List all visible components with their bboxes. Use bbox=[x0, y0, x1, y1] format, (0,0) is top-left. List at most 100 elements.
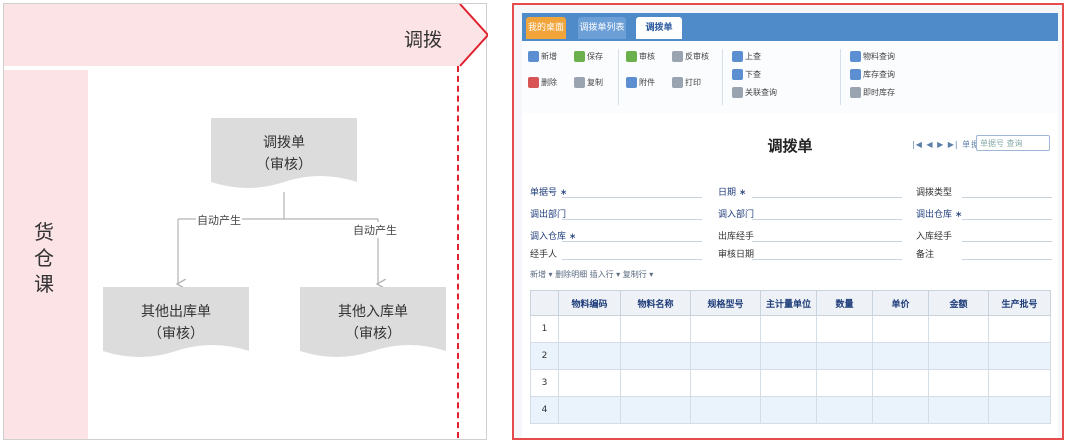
copy-button[interactable]: 复制 bbox=[574, 77, 603, 88]
in-dept-input[interactable] bbox=[752, 219, 902, 220]
unaudit-button[interactable]: 反审核 bbox=[672, 51, 709, 62]
tab-transfer-list[interactable]: 调拨单列表 bbox=[578, 17, 626, 39]
transfer-form-screenshot: 我的桌面 调拨单列表 调拨单 新增 保存 删除 复制 审核 反审核 附件 打印 … bbox=[512, 3, 1064, 440]
doc-search-input[interactable]: 单据号 查询 bbox=[976, 135, 1050, 151]
flow-diagram: 调拨 货 仓 课 自动产生 自动产生 调拨单 （审核） 其他出库单 （审核） 其… bbox=[3, 3, 488, 441]
grid-cell[interactable] bbox=[558, 315, 621, 343]
table-row[interactable]: 1 bbox=[530, 315, 1051, 343]
material-query-button[interactable]: 物料查询 bbox=[850, 51, 895, 62]
grid-cell[interactable] bbox=[872, 369, 929, 397]
grid-cell[interactable] bbox=[816, 396, 873, 424]
stock-query-button[interactable]: 库存查询 bbox=[850, 69, 895, 80]
grid-cell[interactable] bbox=[872, 315, 929, 343]
realtime-stock-label: 即时库存 bbox=[863, 88, 895, 97]
node-status: （审核） bbox=[345, 326, 401, 342]
flow-connectors bbox=[4, 192, 488, 441]
grid-cell[interactable] bbox=[620, 396, 691, 424]
grid-cell[interactable] bbox=[690, 396, 761, 424]
grid-cell[interactable] bbox=[558, 396, 621, 424]
grid-header-material-name[interactable]: 物料名称 bbox=[620, 290, 691, 316]
doc-no-input[interactable] bbox=[562, 197, 702, 198]
grid-header-spec[interactable]: 规格型号 bbox=[690, 290, 761, 316]
grid-cell[interactable] bbox=[690, 369, 761, 397]
transfer-type-input[interactable] bbox=[962, 197, 1052, 198]
table-row[interactable]: 3 bbox=[530, 369, 1051, 397]
out-warehouse-input[interactable] bbox=[962, 219, 1052, 220]
grid-header-batch[interactable]: 生产批号 bbox=[988, 290, 1051, 316]
grid-header-material-code[interactable]: 物料编码 bbox=[558, 290, 621, 316]
field-label-in-dept: 调入部门 bbox=[718, 210, 755, 220]
audit-button[interactable]: 审核 bbox=[626, 51, 655, 62]
grid-cell[interactable] bbox=[558, 342, 621, 370]
print-icon bbox=[672, 77, 683, 88]
toolbar-separator bbox=[840, 49, 841, 105]
field-label-out-warehouse: 调出仓库 ∗ bbox=[916, 210, 963, 220]
related-query-button[interactable]: 关联查询 bbox=[732, 87, 777, 98]
save-button[interactable]: 保存 bbox=[574, 51, 603, 62]
material-query-label: 物料查询 bbox=[863, 52, 895, 61]
grid-cell[interactable] bbox=[928, 315, 989, 343]
remark-input[interactable] bbox=[962, 259, 1052, 260]
field-label-transfer-type: 调拨类型 bbox=[916, 188, 953, 198]
save-icon bbox=[574, 51, 585, 62]
grid-cell[interactable] bbox=[928, 342, 989, 370]
grid-cell[interactable] bbox=[816, 315, 873, 343]
grid-cell[interactable] bbox=[760, 342, 817, 370]
attachment-button[interactable]: 附件 bbox=[626, 77, 655, 88]
trace-up-label: 上查 bbox=[745, 52, 761, 61]
unaudit-label: 反审核 bbox=[685, 52, 709, 61]
toolbar-separator bbox=[722, 49, 723, 105]
grid-cell[interactable] bbox=[816, 342, 873, 370]
grid-header-rowno bbox=[530, 290, 559, 316]
grid-cell[interactable] bbox=[988, 369, 1051, 397]
grid-cell[interactable] bbox=[690, 342, 761, 370]
grid-cell[interactable] bbox=[816, 369, 873, 397]
detail-grid: 物料编码 物料名称 规格型号 主计量单位 数量 单价 金额 生产批号 1 2 3… bbox=[530, 290, 1051, 424]
grid-cell[interactable] bbox=[928, 396, 989, 424]
in-warehouse-input[interactable] bbox=[562, 241, 702, 242]
grid-cell[interactable] bbox=[988, 315, 1051, 343]
new-label: 新增 bbox=[541, 52, 557, 61]
grid-cell[interactable] bbox=[988, 342, 1051, 370]
handler-input[interactable] bbox=[562, 259, 702, 260]
grid-cell[interactable] bbox=[988, 396, 1051, 424]
new-button[interactable]: 新增 bbox=[528, 51, 557, 62]
date-input[interactable] bbox=[752, 197, 902, 198]
grid-cell[interactable] bbox=[872, 342, 929, 370]
related-query-label: 关联查询 bbox=[745, 88, 777, 97]
grid-header-price[interactable]: 单价 bbox=[872, 290, 929, 316]
grid-cell[interactable] bbox=[558, 369, 621, 397]
grid-cell[interactable] bbox=[760, 396, 817, 424]
grid-cell[interactable] bbox=[620, 369, 691, 397]
row-number: 3 bbox=[530, 369, 559, 397]
out-dept-input[interactable] bbox=[562, 219, 702, 220]
grid-cell[interactable] bbox=[620, 315, 691, 343]
trace-down-button[interactable]: 下查 bbox=[732, 69, 761, 80]
realtime-stock-button[interactable]: 即时库存 bbox=[850, 87, 895, 98]
out-owner-input[interactable] bbox=[752, 241, 902, 242]
grid-header-quantity[interactable]: 数量 bbox=[816, 290, 873, 316]
node-title: 其他入库单 bbox=[338, 304, 408, 320]
grid-cell[interactable] bbox=[760, 315, 817, 343]
audit-date-input[interactable] bbox=[752, 259, 902, 260]
row-number: 2 bbox=[530, 342, 559, 370]
grid-header-unit[interactable]: 主计量单位 bbox=[760, 290, 817, 316]
grid-cell[interactable] bbox=[872, 396, 929, 424]
in-owner-input[interactable] bbox=[962, 241, 1052, 242]
toolbar-separator bbox=[618, 49, 619, 105]
copy-label: 复制 bbox=[587, 78, 603, 87]
grid-toolbar[interactable]: 新增 ▾ 删除明细 插入行 ▾ 复制行 ▾ bbox=[530, 269, 653, 280]
table-row[interactable]: 4 bbox=[530, 396, 1051, 424]
grid-cell[interactable] bbox=[760, 369, 817, 397]
grid-cell[interactable] bbox=[620, 342, 691, 370]
trace-up-button[interactable]: 上查 bbox=[732, 51, 761, 62]
table-row[interactable]: 2 bbox=[530, 342, 1051, 370]
field-label-remark: 备注 bbox=[916, 250, 935, 260]
tab-transfer-order[interactable]: 调拨单 bbox=[636, 17, 682, 39]
delete-button[interactable]: 删除 bbox=[528, 77, 557, 88]
tab-desktop[interactable]: 我的桌面 bbox=[526, 17, 566, 39]
grid-cell[interactable] bbox=[690, 315, 761, 343]
grid-cell[interactable] bbox=[928, 369, 989, 397]
grid-header-amount[interactable]: 金额 bbox=[928, 290, 989, 316]
print-button[interactable]: 打印 bbox=[672, 77, 701, 88]
